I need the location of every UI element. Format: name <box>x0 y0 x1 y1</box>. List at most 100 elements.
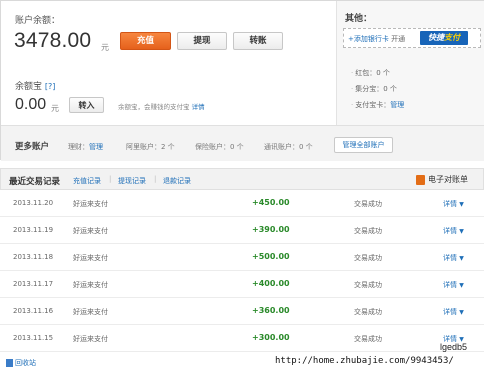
tx-description: 好运来支付 <box>73 335 108 343</box>
table-row: 2013.11.19 好运来支付 +390.00 交易成功 详情 ▼ <box>0 217 484 244</box>
tx-detail-label: 详情 <box>443 227 457 235</box>
alipay-card-manage-link[interactable]: 管理 <box>390 101 404 109</box>
tx-date: 2013.11.15 <box>13 334 54 342</box>
tx-amount: +450.00 <box>252 198 290 207</box>
tx-status: 交易成功 <box>354 335 382 343</box>
tab-separator: | <box>109 175 112 183</box>
chevron-down-icon: ▼ <box>459 255 464 262</box>
tx-detail-link[interactable]: 详情 ▼ <box>443 307 464 317</box>
table-row: 2013.11.18 好运来支付 +500.00 交易成功 详情 ▼ <box>0 244 484 271</box>
chevron-down-icon: ▼ <box>459 309 464 316</box>
transfer-button[interactable]: 转账 <box>233 32 283 50</box>
quick-pay-logo-b: 支付 <box>444 33 460 42</box>
balance-section: 账户余额： 3478.00 元 充值 提现 转账 余额宝 [?] 0.00 元 … <box>1 1 336 125</box>
quick-pay-logo[interactable]: 快捷支付 <box>420 31 468 45</box>
chevron-down-icon: ▼ <box>459 282 464 289</box>
more-accounts-title: 更多账户 <box>15 142 50 152</box>
trash-icon <box>6 359 13 367</box>
transfer-in-button[interactable]: 转入 <box>69 97 104 113</box>
quick-pay-logo-a: 快捷 <box>428 33 444 42</box>
tx-amount: +360.00 <box>252 306 290 315</box>
balance-label: 账户余额： <box>15 16 61 26</box>
account-panel: 账户余额： 3478.00 元 充值 提现 转账 余额宝 [?] 0.00 元 … <box>0 0 484 161</box>
tx-amount: +500.00 <box>252 252 290 261</box>
yuebao-help-link[interactable]: [?] <box>45 82 56 91</box>
alipay-card-label: 支付宝卡： <box>355 101 391 109</box>
tx-date: 2013.11.19 <box>13 226 54 234</box>
table-row: 2013.11.17 好运来支付 +400.00 交易成功 详情 ▼ <box>0 271 484 298</box>
watermark-url: http://home.zhubajie.com/9943453/ <box>275 356 454 366</box>
tx-amount: +400.00 <box>252 279 290 288</box>
yuebao-unit: 元 <box>51 104 59 113</box>
balance-unit: 元 <box>101 43 109 52</box>
tx-detail-link[interactable]: 详情 ▼ <box>443 226 464 236</box>
tx-detail-label: 详情 <box>443 308 457 316</box>
tx-amount: +390.00 <box>252 225 290 234</box>
add-bank-card-text: +添加银行卡 开通 <box>348 34 405 44</box>
yuebao-detail-link[interactable]: 详情 <box>192 103 205 111</box>
table-row: 2013.11.16 好运来支付 +360.00 交易成功 详情 ▼ <box>0 298 484 325</box>
alipay-card-item: · 支付宝卡：管理 <box>351 101 405 109</box>
tx-detail-link[interactable]: 详情 ▼ <box>443 199 464 209</box>
licai-manage-link[interactable]: 管理 <box>89 143 103 151</box>
tx-detail-label: 详情 <box>443 254 457 262</box>
tx-detail-link[interactable]: 详情 ▼ <box>443 280 464 290</box>
more-accounts-bar: 更多账户 理财：管理 阿里账户：2 个 保险账户：0 个 通讯账户：0 个 管理… <box>1 125 484 161</box>
balance-value: 3478.00 <box>14 29 92 52</box>
red-packet-item: · 红包：0 个 <box>351 69 390 77</box>
tab-recharge-records[interactable]: 充值记录 <box>73 176 101 186</box>
tx-date: 2013.11.16 <box>13 307 54 315</box>
tx-status: 交易成功 <box>354 308 382 316</box>
yuebao-desc-text: 余额宝，会赚钱的支付宝 <box>118 103 190 111</box>
transactions-header: 最近交易记录 充值记录 | 提现记录 | 退款记录 电子对账单 <box>0 168 484 190</box>
tx-date: 2013.11.17 <box>13 280 54 288</box>
e-statement-link[interactable]: 电子对账单 <box>416 174 468 185</box>
yuebao-label-text: 余额宝 <box>15 82 43 92</box>
tx-status: 交易成功 <box>354 227 382 235</box>
table-row: 2013.11.15 好运来支付 +300.00 交易成功 详情 ▼ <box>0 325 484 352</box>
tab-withdraw-records[interactable]: 提现记录 <box>118 176 146 186</box>
jifenbao-value: 0 个 <box>383 85 397 93</box>
red-packet-label: 红包： <box>355 69 377 77</box>
insurance-account-item[interactable]: 保险账户：0 个 <box>195 142 244 152</box>
recharge-button[interactable]: 充值 <box>120 32 171 50</box>
ali-account-item[interactable]: 阿里账户：2 个 <box>126 142 175 152</box>
tx-detail-link[interactable]: 详情 ▼ <box>443 253 464 263</box>
licai-label: 理财： <box>68 143 89 151</box>
e-statement-icon <box>416 174 425 185</box>
recycle-bin-link[interactable]: 回收站 <box>6 358 36 368</box>
add-bank-card-box[interactable]: +添加银行卡 开通 快捷支付 <box>343 28 481 48</box>
tab-refund-records[interactable]: 退款记录 <box>163 176 191 186</box>
yuebao-value: 0.00 <box>15 96 47 113</box>
licai-item: 理财：管理 <box>68 142 103 152</box>
jifenbao-item: · 集分宝：0 个 <box>351 85 397 93</box>
chevron-down-icon: ▼ <box>459 228 464 235</box>
tx-detail-label: 详情 <box>443 281 457 289</box>
tx-description: 好运来支付 <box>73 281 108 289</box>
yuebao-label: 余额宝 [?] <box>15 79 55 92</box>
other-title: 其他： <box>345 14 373 24</box>
yuebao-description: 余额宝，会赚钱的支付宝 详情 <box>118 101 205 111</box>
transactions-title: 最近交易记录 <box>9 177 61 187</box>
tx-status: 交易成功 <box>354 254 382 262</box>
telecom-account-item[interactable]: 通讯账户：0 个 <box>264 142 313 152</box>
table-row: 2013.11.20 好运来支付 +450.00 交易成功 详情 ▼ <box>0 190 484 217</box>
tx-date: 2013.11.18 <box>13 253 54 261</box>
tx-description: 好运来支付 <box>73 308 108 316</box>
tx-amount: +300.00 <box>252 333 290 342</box>
tx-status: 交易成功 <box>354 200 382 208</box>
tab-separator: | <box>154 175 157 183</box>
add-bank-card-link[interactable]: +添加银行卡 <box>348 35 389 43</box>
tx-description: 好运来支付 <box>73 254 108 262</box>
tx-status: 交易成功 <box>354 281 382 289</box>
jifenbao-label: 集分宝： <box>355 85 384 93</box>
recycle-bin-label: 回收站 <box>15 359 36 367</box>
tx-date: 2013.11.20 <box>13 199 54 207</box>
tx-detail-label: 详情 <box>443 200 457 208</box>
tx-description: 好运来支付 <box>73 200 108 208</box>
watermark-user: lgedb5 <box>440 342 468 352</box>
red-packet-value: 0 个 <box>376 69 390 77</box>
tx-description: 好运来支付 <box>73 227 108 235</box>
manage-all-accounts-button[interactable]: 管理全部账户 <box>334 137 393 153</box>
withdraw-button[interactable]: 提现 <box>177 32 227 50</box>
